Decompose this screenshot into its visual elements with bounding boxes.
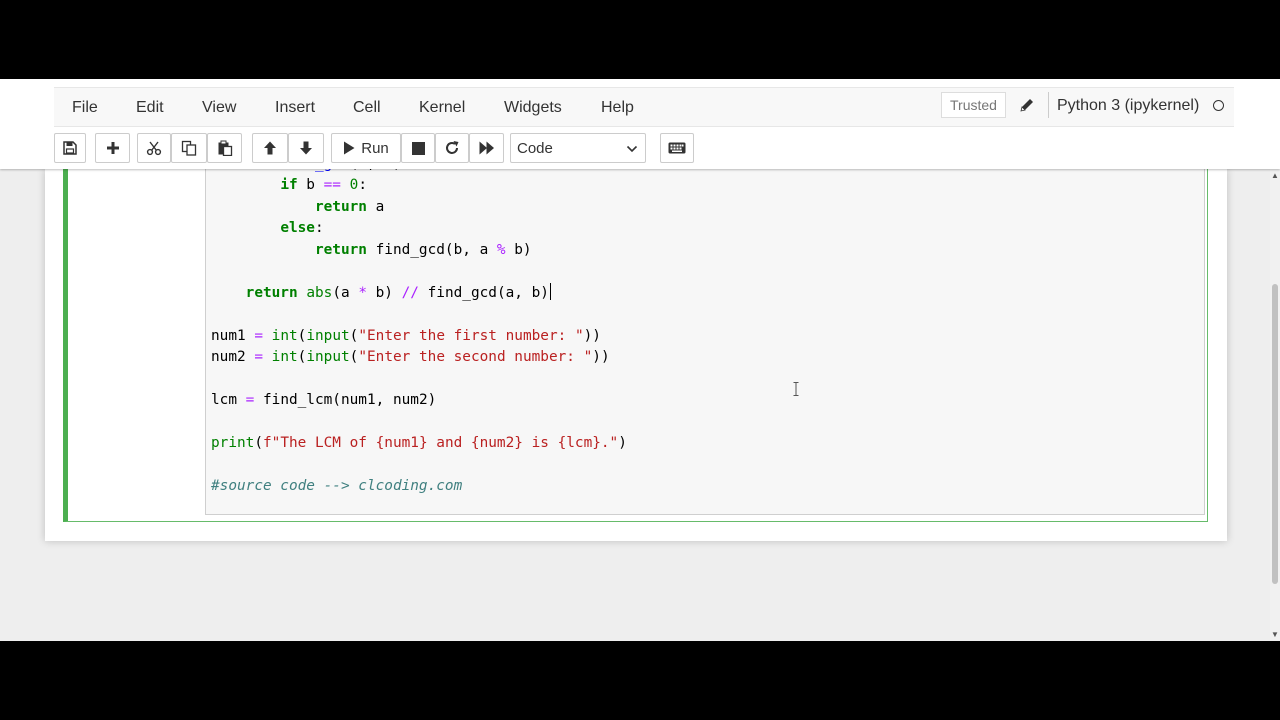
menu-widgets[interactable]: Widgets	[504, 99, 562, 117]
page-scrollbar[interactable]: ▲ ▼	[1270, 169, 1280, 641]
pencil-icon[interactable]	[1019, 97, 1035, 113]
menu-bar: File Edit View Insert Cell Kernel Widget…	[54, 87, 1234, 127]
run-button[interactable]: Run	[331, 133, 401, 163]
menu-help[interactable]: Help	[601, 99, 634, 117]
copy-icon	[181, 140, 197, 156]
cell-type-select[interactable]: Code	[510, 133, 646, 163]
run-label: Run	[361, 139, 389, 157]
keyboard-icon	[668, 142, 686, 154]
menu-view[interactable]: View	[202, 99, 236, 117]
text-cursor	[549, 282, 551, 300]
fast-forward-icon	[479, 141, 495, 155]
kernel-name[interactable]: Python 3 (ipykernel)	[1057, 97, 1199, 115]
scroll-down-icon[interactable]: ▼	[1271, 630, 1279, 639]
kernel-separator	[1048, 92, 1049, 118]
scroll-up-icon[interactable]: ▲	[1271, 171, 1279, 180]
scissors-icon	[146, 140, 162, 156]
restart-kernel-button[interactable]	[435, 133, 469, 163]
menu-cell[interactable]: Cell	[353, 99, 381, 117]
cell-type-value: Code	[517, 140, 553, 157]
scrollbar-thumb[interactable]	[1272, 284, 1278, 584]
cut-button[interactable]	[137, 133, 171, 163]
copy-button[interactable]	[171, 133, 207, 163]
jupyter-app: File Edit View Insert Cell Kernel Widget…	[0, 79, 1280, 641]
code-cell[interactable]: def find_gcd(a, b): if b == 0: return a …	[63, 156, 1208, 522]
insert-cell-button[interactable]	[95, 133, 130, 163]
kernel-idle-indicator-icon	[1213, 100, 1224, 111]
trusted-badge[interactable]: Trusted	[941, 92, 1006, 118]
stop-icon	[411, 141, 425, 155]
arrow-up-icon	[262, 140, 278, 156]
notebook-toolbar: Run Code	[54, 131, 1234, 165]
menu-file[interactable]: File	[72, 99, 98, 117]
notebook-header: File Edit View Insert Cell Kernel Widget…	[0, 79, 1280, 169]
move-up-button[interactable]	[252, 133, 288, 163]
play-icon	[343, 141, 355, 155]
paste-button[interactable]	[207, 133, 242, 163]
interrupt-button[interactable]	[401, 133, 435, 163]
arrow-down-icon	[298, 140, 314, 156]
menu-kernel[interactable]: Kernel	[419, 99, 465, 117]
code-content[interactable]: def find_gcd(a, b): if b == 0: return a …	[211, 154, 627, 497]
clipboard-icon	[217, 140, 233, 156]
restart-icon	[444, 140, 460, 156]
command-palette-button[interactable]	[660, 133, 694, 163]
menu-edit[interactable]: Edit	[136, 99, 164, 117]
move-down-button[interactable]	[288, 133, 324, 163]
menu-insert[interactable]: Insert	[275, 99, 315, 117]
code-editor[interactable]: def find_gcd(a, b): if b == 0: return a …	[205, 156, 1205, 515]
save-button[interactable]	[54, 133, 86, 163]
plus-icon	[106, 141, 120, 155]
save-icon	[63, 141, 77, 155]
text-cursor-icon	[793, 382, 799, 401]
notebook-container: def find_gcd(a, b): if b == 0: return a …	[45, 156, 1227, 541]
chevron-down-icon	[626, 142, 638, 160]
restart-run-all-button[interactable]	[469, 133, 504, 163]
